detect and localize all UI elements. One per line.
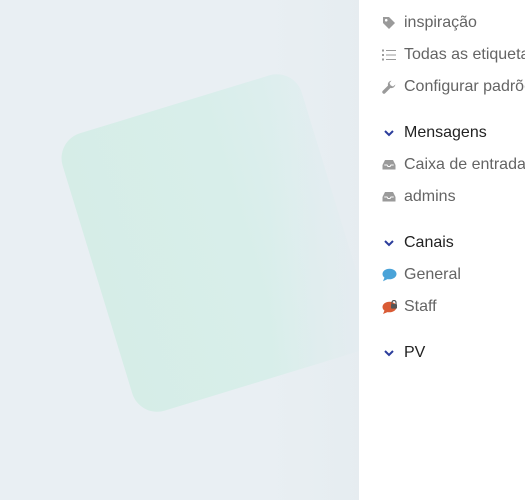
chevron-down-icon xyxy=(381,235,397,251)
background-fade xyxy=(269,0,359,500)
inbox-icon xyxy=(381,189,397,205)
chevron-down-icon xyxy=(381,345,397,361)
sidebar: inspiração Todas as etiquetas Configurar… xyxy=(359,0,525,500)
lock-icon xyxy=(390,296,398,314)
section-title: PV xyxy=(404,344,426,361)
sidebar-item-inspiracao[interactable]: inspiração xyxy=(359,11,525,35)
sidebar-item-label: Staff xyxy=(404,298,437,315)
sidebar-item-label: General xyxy=(404,266,461,283)
chat-bubble-icon xyxy=(381,267,397,283)
section-pv-header[interactable]: PV xyxy=(359,341,525,365)
sidebar-item-staff[interactable]: Staff xyxy=(359,295,525,319)
chevron-down-icon xyxy=(381,125,397,141)
inbox-icon xyxy=(381,157,397,173)
list-icon xyxy=(381,47,397,63)
sidebar-item-label: Todas as etiquetas xyxy=(404,46,525,63)
section-title: Canais xyxy=(404,234,454,251)
sidebar-item-label: Caixa de entrada xyxy=(404,156,525,173)
background-area xyxy=(0,0,359,500)
section-canais-header[interactable]: Canais xyxy=(359,231,525,255)
sidebar-item-label: admins xyxy=(404,188,456,205)
tag-icon xyxy=(381,15,397,31)
sidebar-item-admins[interactable]: admins xyxy=(359,185,525,209)
section-title: Mensagens xyxy=(404,124,487,141)
section-mensagens-header[interactable]: Mensagens xyxy=(359,121,525,145)
sidebar-item-label: Configurar padrões xyxy=(404,78,525,95)
sidebar-item-caixa-de-entrada[interactable]: Caixa de entrada xyxy=(359,153,525,177)
sidebar-item-todas-etiquetas[interactable]: Todas as etiquetas xyxy=(359,43,525,67)
sidebar-item-configurar-padroes[interactable]: Configurar padrões xyxy=(359,75,525,99)
sidebar-item-label: inspiração xyxy=(404,14,477,31)
wrench-icon xyxy=(381,79,397,95)
sidebar-item-general[interactable]: General xyxy=(359,263,525,287)
